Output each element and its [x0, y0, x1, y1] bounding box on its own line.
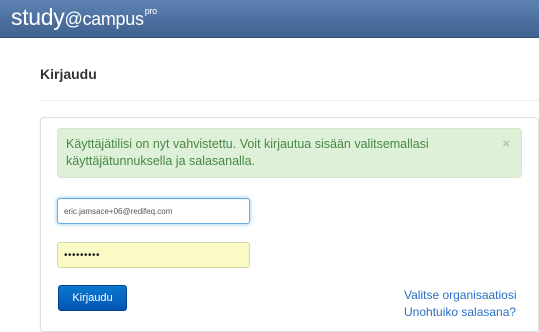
choose-organisation-link[interactable]: Valitse organisaatiosi — [404, 288, 517, 302]
logo-text-study: study — [11, 4, 65, 30]
alert-message: Käyttäjätilisi on nyt vahvistettu. Voit … — [66, 137, 429, 168]
title-divider — [40, 100, 539, 101]
studyatcampus-logo[interactable]: study@campuspro — [11, 4, 157, 31]
logo-text-campus: @campus — [64, 9, 144, 29]
page-title: Kirjaudu — [40, 66, 97, 82]
password-input[interactable] — [57, 242, 250, 268]
success-alert: Käyttäjätilisi on nyt vahvistettu. Voit … — [57, 128, 522, 178]
login-button[interactable]: Kirjaudu — [58, 285, 127, 311]
username-input[interactable] — [57, 198, 250, 224]
logo-text-pro: pro — [144, 6, 157, 17]
top-navbar: study@campuspro — [0, 0, 539, 38]
forgot-password-link[interactable]: Unohtuiko salasana? — [404, 305, 516, 319]
close-icon[interactable]: × — [502, 137, 510, 151]
